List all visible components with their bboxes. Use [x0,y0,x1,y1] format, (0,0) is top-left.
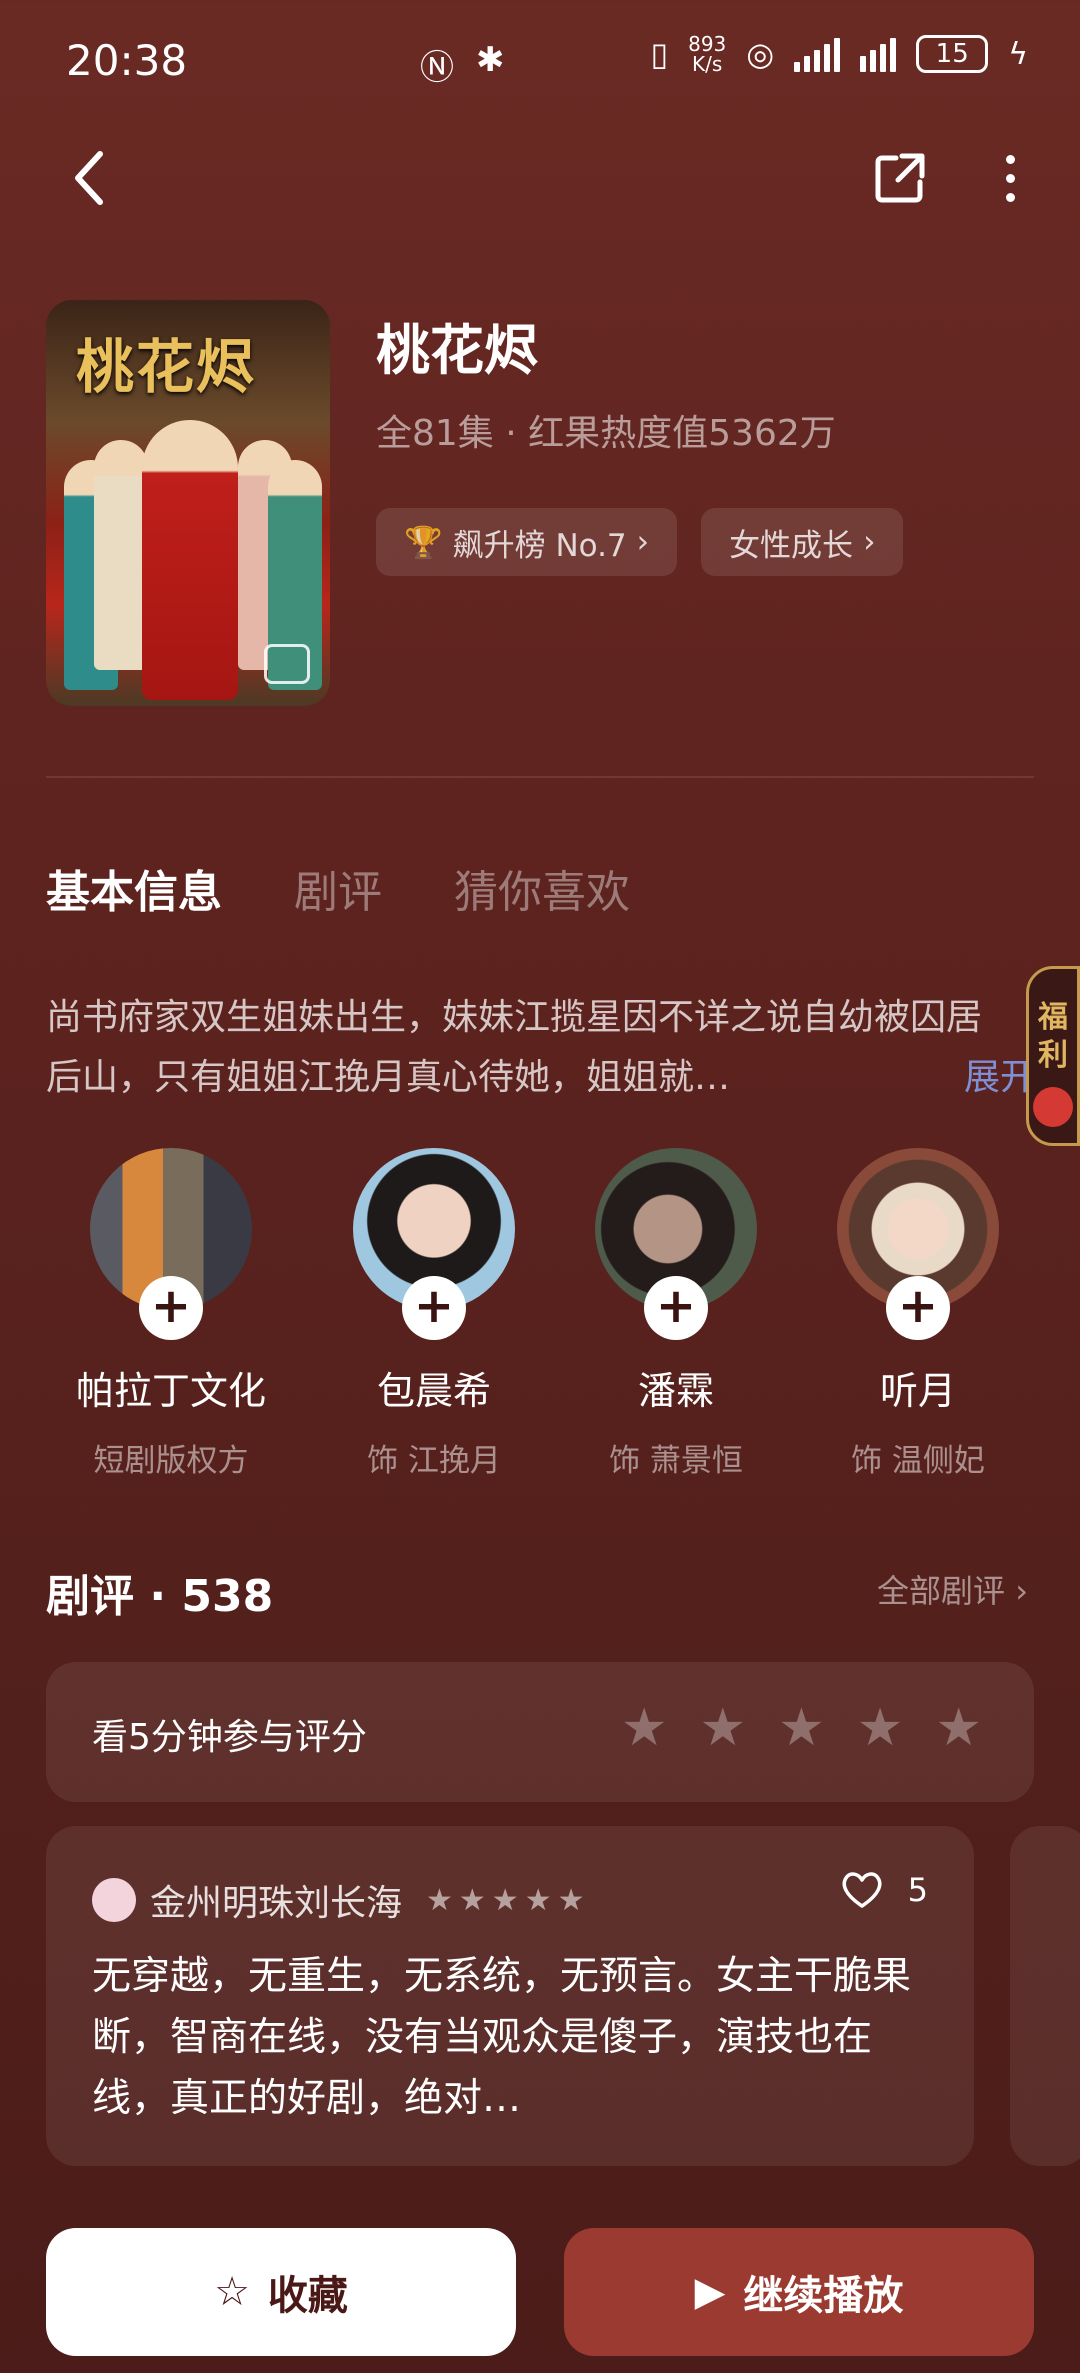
star-icon[interactable]: ★ [778,1698,825,1758]
tab-basic-info[interactable]: 基本信息 [46,856,222,920]
drama-meta: 全81集 · 红果热度值5362万 [376,413,836,454]
net-speed: 893 K/s [688,32,727,76]
cast-item[interactable]: + 潘霖 饰 萧景恒 [576,1148,776,1480]
cast-item[interactable]: + 包晨希 饰 江挽月 [334,1148,534,1480]
status-right: ▯ 893 K/s ◎ 15 ϟ [650,34,1028,74]
tag-list: 🏆 飙升榜 No.7 › 女性成长 › [376,508,904,576]
synopsis: 尚书府家双生姐妹出生，妹妹江揽星因不详之说自幼被囚居后山，只有姐姐江挽月真心待她… [46,997,983,1098]
signal-icon [794,36,841,72]
favorite-button[interactable]: ☆ 收藏 [46,2228,516,2356]
avatar: + [90,1148,252,1340]
follow-button[interactable]: + [139,1276,203,1340]
review-card-next[interactable] [1010,1826,1080,2166]
welfare-float-button[interactable]: 福 利 [1026,966,1080,1146]
status-icons: Ⓝ ✱ [420,40,505,89]
cast-item[interactable]: + 听月 饰 温侧妃 [818,1148,1018,1480]
genre-tag[interactable]: 女性成长 › [701,508,904,576]
follow-button[interactable]: + [402,1276,466,1340]
review-user: 金州明珠刘长海 ★★★★★ [92,1874,591,1926]
red-envelope-icon [1033,1087,1073,1127]
status-bar: 20:38 Ⓝ ✱ ▯ 893 K/s ◎ 15 ϟ [0,0,1080,120]
share-icon [875,153,925,203]
avatar: + [837,1148,999,1340]
continue-play-button[interactable]: ▶ 继续播放 [564,2228,1034,2356]
follow-button[interactable]: + [886,1276,950,1340]
review-card[interactable]: 金州明珠刘长海 ★★★★★ 5 无穿越，无重生，无系统，无预言。女主干脆果断，智… [46,1826,974,2166]
charging-icon: ϟ [1008,36,1028,72]
poster-figure [94,440,148,670]
poster-figure [142,420,238,700]
ranking-tag[interactable]: 🏆 飙升榜 No.7 › [376,508,678,576]
tab-reviews[interactable]: 剧评 [294,856,382,920]
star-icon[interactable]: ★ [857,1698,904,1758]
cast-item[interactable]: + 帕拉丁文化 短剧版权方 [71,1148,271,1480]
more-button[interactable] [980,148,1040,208]
rating-stars: ★ ★ ★ ★ ★ [621,1698,982,1758]
nfc-icon: Ⓝ [420,48,454,88]
more-dot-icon [1005,192,1015,202]
chevron-right-icon: › [636,524,650,560]
all-reviews-link[interactable]: 全部剧评 › [877,1566,1028,1612]
more-dot-icon [1005,154,1015,164]
play-icon: ▶ [694,2269,726,2315]
share-button[interactable] [870,148,930,208]
tab-bar: 基本信息 剧评 猜你喜欢 [46,856,630,920]
chevron-left-icon [75,151,103,205]
star-icon[interactable]: ★ [935,1698,982,1758]
review-username: 金州明珠刘长海 [150,1883,403,1924]
status-time: 20:38 [66,36,188,85]
vibrate-icon: ▯ [650,35,669,73]
gallery-icon[interactable] [264,644,310,684]
avatar: + [595,1148,757,1340]
star-icon[interactable]: ★ [621,1698,668,1758]
reviews-header: 剧评 · 538 [46,1571,274,1622]
review-stars: ★★★★★ [426,1882,591,1918]
heart-icon [842,1872,882,1908]
chevron-right-icon: › [863,524,876,560]
follow-button[interactable]: + [644,1276,708,1340]
avatar [92,1878,136,1922]
bluetooth-icon: ✱ [476,40,505,80]
review-text: 无穿越，无重生，无系统，无预言。女主干脆果断，智商在线，没有当观众是傻子，演技也… [92,1954,912,2121]
drama-title: 桃花烬 [376,319,538,382]
rating-box: 看5分钟参与评分 ★ ★ ★ ★ ★ [46,1662,1034,1802]
hotspot-icon: ◎ [746,35,775,73]
more-dot-icon [1005,173,1015,183]
like-button[interactable]: 5 [840,1870,928,1910]
poster-title: 桃花烬 [76,333,257,401]
star-outline-icon: ☆ [214,2269,250,2315]
like-count: 5 [907,1871,928,1909]
tab-recommend[interactable]: 猜你喜欢 [454,856,630,920]
avatar: + [353,1148,515,1340]
top-nav [0,140,1080,220]
trophy-icon: 🏆 [404,524,443,561]
star-icon[interactable]: ★ [700,1698,747,1758]
divider [46,776,1034,778]
signal-4g-icon [860,36,897,72]
cast-list: + 帕拉丁文化 短剧版权方 + 包晨希 饰 江挽月 + 潘霖 饰 萧景恒 + 听… [46,1148,1034,1480]
drama-poster[interactable]: 桃花烬 [46,300,330,706]
rating-prompt: 看5分钟参与评分 [92,1717,367,1758]
chevron-right-icon: › [1015,1572,1028,1610]
battery-icon: 15 [916,35,989,73]
back-button[interactable] [60,148,120,208]
